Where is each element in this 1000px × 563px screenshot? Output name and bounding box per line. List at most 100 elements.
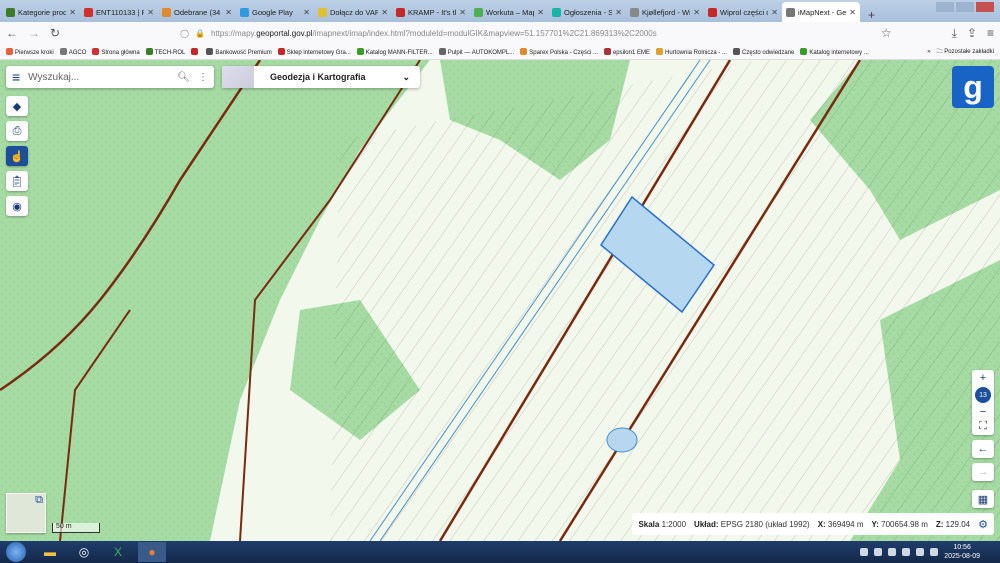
tab-bar: Kategorie produkt✕ENT110133 | Pom✕Odebra… — [0, 0, 1000, 22]
tab-label: Google Play — [252, 7, 293, 17]
taskbar: ▬ ◎ X ● 10:56 2025-08-09 — [0, 541, 1000, 563]
back-view-button[interactable]: ← — [972, 440, 994, 458]
system-tray: 10:56 2025-08-09 — [860, 543, 980, 561]
tab[interactable]: ENT110133 | Pom✕ — [80, 2, 158, 22]
explorer-icon[interactable]: ▬ — [36, 542, 64, 562]
clipboard-button[interactable]: 📋︎ — [6, 171, 28, 191]
minimize-button[interactable] — [936, 2, 954, 12]
tab[interactable]: iMapNext - Geop✕ — [782, 2, 860, 22]
volume-icon[interactable] — [916, 548, 925, 556]
scale-bar: 50 m — [52, 523, 100, 533]
tab[interactable]: Odebrane (34 975✕ — [158, 2, 236, 22]
search-box[interactable]: ≡ Wyszukaj... 🔍︎ ⋮ — [6, 66, 214, 88]
hamburger-menu-icon[interactable]: ≡ — [12, 69, 20, 85]
settings-gear-icon[interactable]: ⚙ — [978, 518, 988, 531]
start-button[interactable] — [6, 542, 26, 562]
tab[interactable]: Workuta – Mapy✕ — [470, 2, 548, 22]
reload-icon[interactable]: ↻ — [50, 26, 60, 40]
zoom-in-button[interactable]: + — [980, 372, 986, 384]
close-tab-icon[interactable]: ✕ — [771, 8, 778, 17]
close-tab-icon[interactable]: ✕ — [381, 8, 388, 17]
fullscreen-button[interactable]: ⛶ — [972, 417, 994, 435]
tab[interactable]: Kategorie produkt✕ — [2, 2, 80, 22]
bookmarks-overflow[interactable]: » — [927, 49, 930, 55]
tab[interactable]: Google Play ✕ — [236, 2, 314, 22]
clock[interactable]: 10:56 2025-08-09 — [944, 543, 980, 561]
print-button[interactable]: ⎙ — [6, 121, 28, 141]
tab[interactable]: KRAMP - It's that✕ — [392, 2, 470, 22]
bookmark-star-icon[interactable]: ☆ — [881, 26, 892, 40]
search-icon[interactable]: 🔍︎ — [177, 72, 190, 83]
close-tab-icon[interactable]: ✕ — [693, 8, 700, 17]
more-icon[interactable]: ⋮ — [198, 72, 208, 83]
bookmark-favicon — [733, 47, 741, 55]
other-bookmarks-folder[interactable]: 🗀 Pozostałe zakładki — [937, 47, 994, 57]
download-icon[interactable]: ⤓ — [952, 26, 957, 41]
bookmark-item[interactable] — [191, 47, 200, 56]
bookmark-item[interactable]: Katalog internetowy ... — [800, 47, 869, 56]
bookmark-item[interactable]: Bankowość Premium — [206, 47, 272, 56]
bookmark-favicon — [438, 47, 446, 55]
back-icon[interactable]: ← — [6, 26, 18, 40]
tab-favicon — [396, 7, 405, 17]
close-tab-icon[interactable]: ✕ — [615, 8, 622, 17]
geoportal-logo[interactable]: g — [952, 66, 994, 108]
menu-icon[interactable]: ≡ — [987, 26, 994, 40]
map-canvas[interactable]: ≡ Wyszukaj... 🔍︎ ⋮ Geodezja i Kartografi… — [0, 60, 1000, 541]
tray-icon[interactable] — [874, 548, 883, 556]
bookmark-item[interactable]: Katalog MANN-FILTER... — [356, 47, 433, 56]
settings-app-icon[interactable]: ◎ — [70, 542, 98, 562]
bookmark-item[interactable]: epsilon1 EME — [603, 47, 650, 56]
maximize-button[interactable] — [956, 2, 974, 12]
bookmark-item[interactable]: Sparex Polska - Części ... — [520, 47, 598, 56]
forward-icon[interactable]: → — [28, 26, 40, 40]
bookmark-favicon — [6, 47, 13, 55]
bookmark-favicon — [59, 47, 67, 55]
close-tab-icon[interactable]: ✕ — [459, 8, 466, 17]
url-bar[interactable]: ◯ 🔒 https://mapy.geoportal.gov.pl/imapne… — [70, 24, 871, 42]
camera-button[interactable]: ◉ — [6, 196, 28, 216]
module-selector[interactable]: Geodezja i Kartografia ⌄ — [222, 66, 420, 88]
basemap-button[interactable]: ▦ — [972, 490, 994, 508]
bookmark-item[interactable]: Pulpit — AUTOKOMPL... — [438, 47, 514, 56]
tray-icon[interactable] — [902, 548, 911, 556]
overview-minimap[interactable]: ⧉ — [6, 493, 46, 533]
close-tab-icon[interactable]: ✕ — [537, 8, 544, 17]
close-tab-icon[interactable]: ✕ — [69, 8, 76, 17]
tray-icon[interactable] — [860, 548, 869, 556]
extensions-icon[interactable]: ⇪ — [967, 26, 977, 40]
layers-button[interactable]: ◆ — [6, 96, 28, 116]
tab[interactable]: Kjøllefjord - Wiki✕ — [626, 2, 704, 22]
bookmark-item[interactable]: Strona główna — [92, 47, 140, 56]
new-tab-button[interactable]: + — [860, 8, 883, 22]
forward-view-button[interactable]: → — [972, 463, 994, 481]
pointer-button[interactable]: ☝ — [6, 146, 28, 166]
close-tab-icon[interactable]: ✕ — [225, 8, 232, 17]
close-tab-icon[interactable]: ✕ — [147, 8, 154, 17]
excel-icon[interactable]: X — [104, 542, 132, 562]
network-icon[interactable] — [930, 548, 939, 556]
bookmark-item[interactable]: AGCO — [59, 47, 86, 56]
tab[interactable]: Wiprol części do✕ — [704, 2, 782, 22]
bookmark-item[interactable]: Sklep internetowy Gra... — [277, 47, 351, 56]
tray-icon[interactable] — [888, 548, 897, 556]
close-tab-icon[interactable]: ✕ — [849, 8, 856, 17]
tab[interactable]: Ogłoszenia - Spr✕ — [548, 2, 626, 22]
bookmark-favicon — [191, 47, 199, 55]
expand-icon[interactable]: ⧉ — [35, 494, 43, 507]
module-thumbnail — [222, 66, 254, 88]
bookmark-item[interactable]: TECH-ROL — [145, 47, 185, 56]
close-window-button[interactable] — [976, 2, 994, 12]
date: 2025-08-09 — [944, 553, 980, 560]
close-tab-icon[interactable]: ✕ — [303, 8, 310, 17]
tab[interactable]: Dołącz do VARTA✕ — [314, 2, 392, 22]
bookmark-item[interactable]: Często odwiedzane — [733, 47, 794, 56]
firefox-icon[interactable]: ● — [138, 542, 166, 562]
tab-favicon — [318, 7, 327, 17]
search-input[interactable]: Wyszukaj... — [28, 72, 169, 83]
module-label: Geodezja i Kartografia — [270, 72, 366, 82]
z-value: 129.04 — [945, 519, 971, 529]
bookmark-item[interactable]: Pierwsze kroki — [6, 47, 54, 56]
bookmark-favicon — [206, 47, 214, 55]
bookmark-item[interactable]: Hurtownia Rolnicza - ... — [656, 47, 727, 56]
